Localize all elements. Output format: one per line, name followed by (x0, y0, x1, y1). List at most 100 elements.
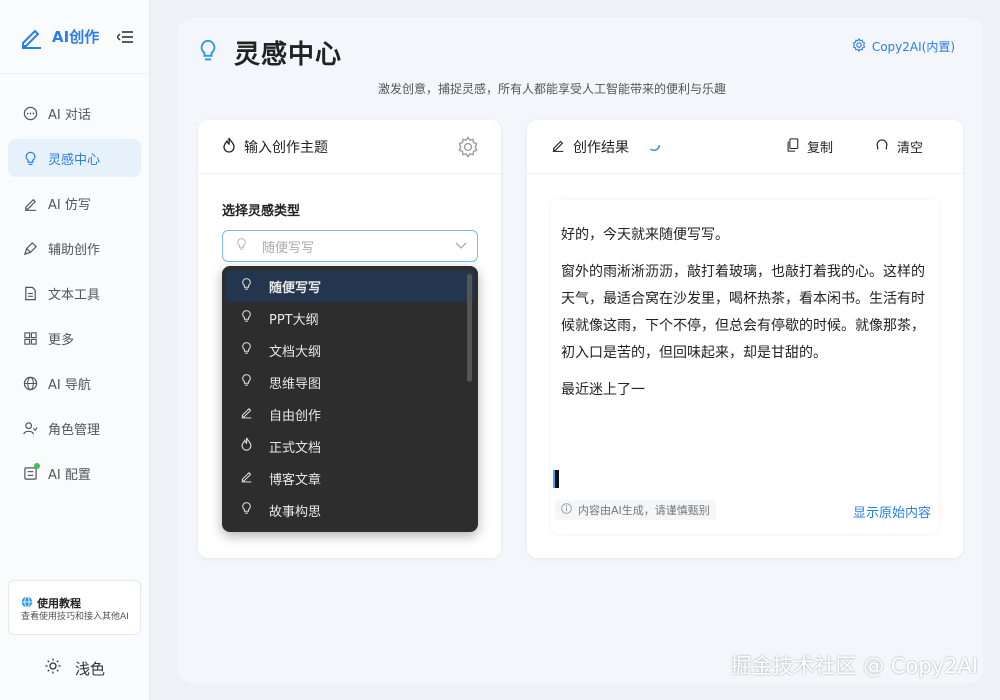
sidebar-item-label: AI 对话 (48, 107, 91, 123)
result-paragraph: 最近迷上了一 (561, 382, 645, 398)
option-label: PPT大纲 (269, 312, 319, 328)
globe-icon (22, 375, 38, 391)
chat-icon (22, 105, 38, 121)
bulb-icon (235, 237, 248, 255)
dropdown-option[interactable]: 博客文章 (226, 462, 474, 494)
tutorial-title: 使用教程 (37, 597, 81, 610)
tutorial-card[interactable]: 使用教程 查看使用技巧和接入其他AI (8, 580, 141, 635)
result-content: 好的，今天就来随便写写。 窗外的雨淅淅沥沥，敲打着玻璃，也敲打着我的心。这样的天… (551, 200, 939, 534)
dropdown-option[interactable]: 随便写写 (226, 270, 474, 302)
result-paragraph: 好的，今天就来随便写写。 (561, 227, 729, 243)
watermark: 掘金技术社区 @ Copy2AI (730, 654, 978, 678)
main-content: 灵感中心 激发创意，捕捉灵感，所有人都能享受人工智能带来的便利与乐趣 Copy2… (178, 18, 983, 683)
document-icon (22, 285, 38, 301)
users-icon (22, 420, 38, 436)
bulb-icon (240, 309, 253, 327)
inspiration-type-select[interactable]: 随便写写 (222, 230, 478, 262)
sidebar-nav: AI 对话 灵感中心 AI 仿写 辅助创作 文本工具 更多 AI 导航 角色管理… (0, 74, 149, 492)
clear-icon (875, 138, 889, 156)
pen-icon (240, 405, 253, 423)
ai-disclaimer: 内容由AI生成，请谨慎甄别 (555, 500, 716, 520)
sidebar-item-assist[interactable]: 辅助创作 (8, 229, 141, 267)
dropdown-option[interactable]: 思维导图 (226, 366, 474, 398)
sidebar-item-inspiration[interactable]: 灵感中心 (8, 139, 141, 177)
flame-icon (240, 437, 253, 455)
dropdown-option[interactable]: 自由创作 (226, 398, 474, 430)
input-card: 输入创作主题 选择灵感类型 随便写写 随便写写 PPT大纲 文档大纲 思维导图 … (198, 120, 501, 558)
result-card-header: 创作结果 复制 清空 (527, 120, 963, 174)
bulb-icon (240, 341, 253, 359)
page-header: 灵感中心 (198, 34, 342, 71)
grid-icon (22, 330, 38, 346)
bulb-icon (240, 373, 253, 391)
typing-cursor (553, 470, 559, 488)
pen-icon (22, 195, 38, 211)
option-label: 自由创作 (269, 408, 322, 424)
brand-name: AI创作 (52, 28, 100, 46)
result-card: 创作结果 复制 清空 好的，今天就来随便写写。 窗外的雨淅淅沥沥，敲打着玻璃，也… (527, 120, 963, 558)
bulb-icon (240, 501, 253, 519)
option-label: 故事构思 (269, 504, 322, 520)
page-subtitle: 激发创意，捕捉灵感，所有人都能享受人工智能带来的便利与乐趣 (378, 82, 727, 96)
copy-button[interactable]: 复制 (786, 137, 833, 156)
sun-icon (45, 658, 61, 678)
sidebar-item-label: AI 仿写 (48, 197, 91, 213)
sidebar-item-label: AI 导航 (48, 377, 91, 393)
theme-toggle[interactable]: 浅色 (0, 648, 150, 688)
bulb-icon (22, 150, 38, 166)
gear-icon (852, 37, 866, 55)
loading-spinner-icon (647, 138, 661, 156)
option-label: 随便写写 (269, 280, 322, 296)
clear-label: 清空 (896, 141, 923, 156)
bulb-icon (240, 277, 253, 295)
tutorial-subtitle: 查看使用技巧和接入其他AI (21, 612, 129, 622)
sidebar-item-ai-imitate[interactable]: AI 仿写 (8, 184, 141, 222)
copy-icon (786, 137, 799, 156)
sidebar-item-ai-nav[interactable]: AI 导航 (8, 364, 141, 402)
sidebar-item-label: 辅助创作 (48, 242, 101, 258)
copy2ai-link[interactable]: Copy2AI(内置) (852, 37, 955, 55)
dropdown-option[interactable]: 文档大纲 (226, 334, 474, 366)
sidebar-item-label: 更多 (48, 332, 75, 348)
sidebar-item-roles[interactable]: 角色管理 (8, 409, 141, 447)
pen-icon (240, 469, 253, 487)
copy-label: 复制 (806, 141, 833, 156)
sidebar-item-label: 文本工具 (48, 287, 101, 303)
flame-icon (222, 137, 236, 157)
sidebar-item-ai-config[interactable]: AI 配置 (8, 454, 141, 492)
type-dropdown-menu: 随便写写 PPT大纲 文档大纲 思维导图 自由创作 正式文档 博客文章 故事构思 (222, 266, 478, 532)
sidebar-item-ai-chat[interactable]: AI 对话 (8, 94, 141, 132)
collapse-menu-icon[interactable] (117, 30, 133, 44)
select-placeholder: 随便写写 (262, 240, 315, 256)
status-dot (34, 463, 40, 469)
option-label: 博客文章 (269, 472, 322, 488)
config-icon (22, 463, 40, 481)
sidebar-item-label: 灵感中心 (48, 152, 101, 168)
dropdown-option[interactable]: 正式文档 (226, 430, 474, 462)
theme-label: 浅色 (74, 659, 105, 678)
copy2ai-label: Copy2AI(内置) (871, 40, 955, 54)
bulb-icon (198, 39, 218, 67)
clear-button[interactable]: 清空 (875, 137, 923, 156)
dropdown-scrollbar[interactable] (467, 274, 472, 382)
dropdown-option[interactable]: PPT大纲 (226, 302, 474, 334)
show-original-link[interactable]: 显示原始内容 (853, 502, 931, 521)
input-card-header: 输入创作主题 (198, 120, 501, 174)
sidebar-item-label: 角色管理 (48, 422, 101, 438)
sidebar: AI创作 AI 对话 灵感中心 AI 仿写 辅助创作 文本工具 更多 AI 导航… (0, 0, 150, 700)
input-card-title: 输入创作主题 (244, 139, 328, 156)
brush-icon (22, 240, 38, 256)
page-title: 灵感中心 (234, 40, 343, 70)
ai-disclaimer-text: 内容由AI生成，请谨慎甄别 (578, 504, 710, 517)
settings-gear-icon[interactable] (457, 135, 479, 158)
type-select-label: 选择灵感类型 (222, 204, 301, 219)
dropdown-option[interactable]: 故事构思 (226, 494, 474, 526)
globe-icon (21, 595, 33, 611)
sidebar-item-text-tools[interactable]: 文本工具 (8, 274, 141, 312)
sidebar-item-more[interactable]: 更多 (8, 319, 141, 357)
result-paragraph: 窗外的雨淅淅沥沥，敲打着玻璃，也敲打着我的心。这样的天气，最适合窝在沙发里，喝杯… (561, 264, 925, 361)
chevron-down-icon (455, 239, 467, 254)
option-label: 思维导图 (269, 376, 322, 392)
brand: AI创作 (0, 0, 149, 74)
pen-logo-icon (18, 24, 44, 50)
